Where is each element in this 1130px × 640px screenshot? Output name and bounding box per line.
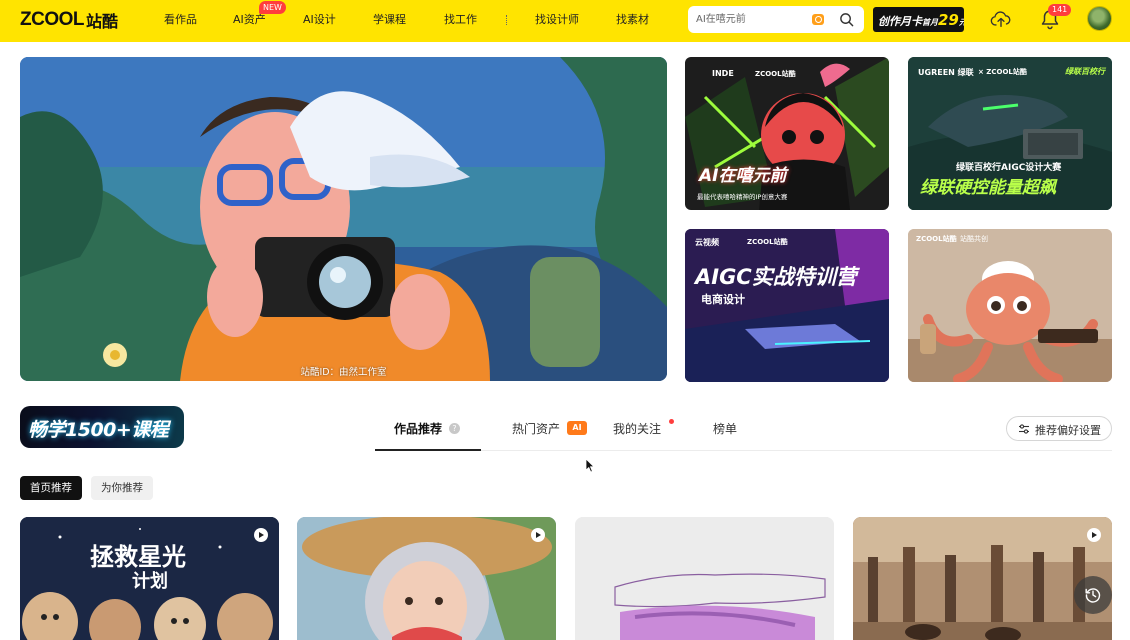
- camera-icon[interactable]: [812, 14, 824, 25]
- search-input[interactable]: [696, 11, 806, 28]
- tile-4-brand-cocreate: 站酷共创: [960, 235, 988, 243]
- upload-cloud-icon[interactable]: [990, 8, 1012, 30]
- tab-following[interactable]: 我的关注: [613, 420, 661, 437]
- tile-2-sub: 绿联百校行AIGC设计大赛: [956, 163, 1062, 173]
- work-card[interactable]: [853, 517, 1112, 640]
- hero-banner[interactable]: 站酷ID：由然工作室: [20, 57, 667, 381]
- nav-find-designers[interactable]: 找设计师: [535, 11, 579, 31]
- pill-for-you[interactable]: 为你推荐: [91, 476, 153, 500]
- logo-text: ZCOOL: [20, 9, 85, 30]
- history-button[interactable]: [1074, 576, 1112, 614]
- logo-cn: 站酷: [86, 12, 119, 31]
- card-2-art: [297, 517, 556, 640]
- tile-3-headline: AIGC实战特训营: [695, 265, 857, 289]
- video-play-icon: [1087, 528, 1101, 542]
- tile-3-brand: 云视频: [695, 238, 719, 247]
- card-4-art: [853, 517, 1112, 640]
- history-clock-icon: [1085, 588, 1101, 603]
- promo-sub: 首月: [922, 18, 938, 27]
- tabs-divider: [375, 450, 1112, 451]
- video-play-icon: [254, 528, 268, 542]
- new-badge: NEW: [259, 1, 286, 14]
- mouse-cursor-icon: [585, 458, 595, 473]
- promo-text: 创作月卡首月29元: [878, 11, 964, 29]
- tile-1-art: [685, 57, 889, 210]
- sliders-icon: [1019, 424, 1029, 434]
- tile-3-sub: 电商设计: [701, 293, 745, 306]
- tile-1-brand-zcool: ZCOOL站酷: [755, 70, 796, 78]
- user-avatar[interactable]: [1087, 6, 1112, 31]
- tile-1-brand: INDE: [712, 69, 734, 78]
- promo-price: 29: [938, 11, 959, 29]
- hero-illustration: [20, 57, 667, 381]
- nav-courses[interactable]: 学课程: [373, 11, 406, 31]
- tile-2-brand: UGREEN 绿联: [918, 68, 974, 77]
- tile-2-corner: 绿联百校行: [1065, 67, 1105, 76]
- tab-rankings[interactable]: 榜单: [713, 420, 737, 437]
- promo-title: 创作月卡: [878, 15, 922, 28]
- pill-homepage-recommend[interactable]: 首页推荐: [20, 476, 82, 500]
- work-card[interactable]: [297, 517, 556, 640]
- card-1-title-line2: 计划: [132, 571, 168, 592]
- tab-hot-assets[interactable]: 热门资产: [512, 420, 560, 437]
- tile-1-headline: AI在嘻元前: [699, 166, 787, 186]
- course-banner-text: 畅学1500+课程: [28, 419, 169, 441]
- ai-badge: AI: [567, 421, 587, 435]
- unread-dot: [669, 419, 674, 424]
- work-card[interactable]: [575, 517, 834, 640]
- card-3-art: [575, 517, 834, 640]
- preference-settings-button[interactable]: 推荐偏好设置: [1006, 416, 1112, 441]
- promo-unit: 元: [959, 18, 964, 27]
- nav-find-assets[interactable]: 找素材: [616, 11, 649, 31]
- promo-tile-aigc[interactable]: 云视频 ZCOOL站酷 AIGC实战特训营 电商设计: [685, 229, 889, 382]
- tab-recommended-works[interactable]: 作品推荐: [394, 420, 442, 437]
- active-tab-indicator: [375, 449, 481, 451]
- promo-tile-octopus[interactable]: ZCOOL站酷 站酷共创: [908, 229, 1112, 382]
- hero-caption: 站酷ID：由然工作室: [300, 367, 387, 378]
- top-header: ZCOOL 站酷 看作品 AI资产 NEW AI设计 学课程 找工作 找设计师 …: [0, 0, 1130, 42]
- search-box: [688, 6, 864, 33]
- course-banner[interactable]: 畅学1500+课程: [20, 406, 184, 448]
- search-icon[interactable]: [839, 12, 854, 27]
- promo-tile-ugreen[interactable]: UGREEN 绿联 × ZCOOL站酷 绿联百校行 绿联百校行AIGC设计大赛 …: [908, 57, 1112, 210]
- nav-separator: [506, 15, 508, 25]
- nav-jobs[interactable]: 找工作: [444, 11, 477, 31]
- notification-count-badge: 141: [1048, 4, 1072, 16]
- tile-1-sub: 最能代表嘻哈精神的IP创意大赛: [697, 193, 788, 201]
- tile-3-brand-zcool: ZCOOL站酷: [747, 238, 788, 246]
- preference-settings-label: 推荐偏好设置: [1035, 424, 1101, 437]
- nav-ai-assets[interactable]: AI资产: [233, 11, 266, 31]
- work-card[interactable]: 拯救星光 计划: [20, 517, 279, 640]
- zcool-logo[interactable]: ZCOOL 站酷: [20, 9, 118, 31]
- creator-card-promo[interactable]: 创作月卡首月29元: [873, 7, 964, 32]
- tile-2-brand-zcool: × ZCOOL站酷: [978, 68, 1027, 76]
- nav-ai-design[interactable]: AI设计: [303, 11, 336, 31]
- tile-4-brand: ZCOOL站酷: [916, 235, 957, 243]
- tile-2-headline: 绿联硬控能量超飙: [920, 178, 1056, 198]
- video-play-icon: [531, 528, 545, 542]
- nav-browse-works[interactable]: 看作品: [164, 11, 197, 31]
- tile-4-art: [908, 229, 1112, 382]
- promo-tile-hiphop[interactable]: INDE ZCOOL站酷 AI在嘻元前 最能代表嘻哈精神的IP创意大赛: [685, 57, 889, 210]
- help-icon[interactable]: ?: [449, 423, 460, 434]
